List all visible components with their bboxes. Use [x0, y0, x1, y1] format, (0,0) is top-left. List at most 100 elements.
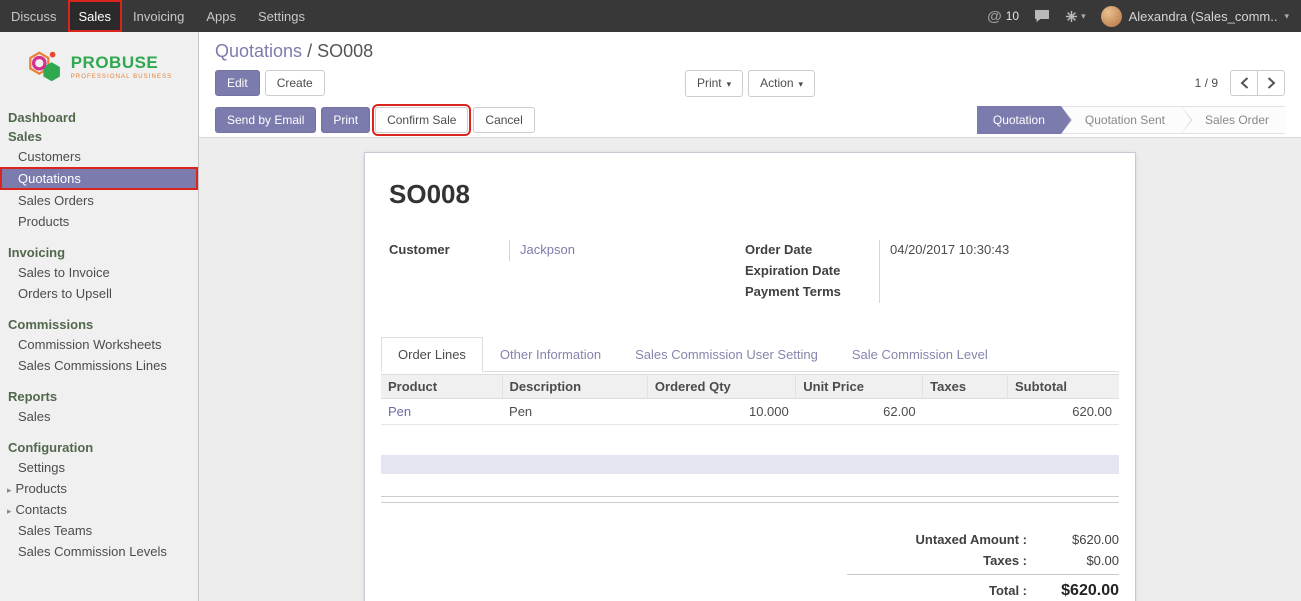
- breadcrumb-separator: /: [307, 41, 312, 61]
- menu-invoicing[interactable]: Invoicing: [122, 0, 195, 32]
- pager-next-button[interactable]: [1257, 70, 1285, 96]
- tab-sales-commission-user-setting[interactable]: Sales Commission User Setting: [618, 337, 835, 372]
- table-header-row: Product Description Ordered Qty Unit Pri…: [381, 375, 1119, 399]
- edit-button[interactable]: Edit: [215, 70, 260, 96]
- notebook-tabs: Order Lines Other Information Sales Comm…: [381, 337, 1119, 372]
- sidebar: PROBUSE PROFESSIONAL BUSINESS Dashboard …: [0, 32, 199, 601]
- caret-down-icon: ▾: [1081, 11, 1086, 22]
- sidebar-section-reports[interactable]: Reports: [0, 387, 198, 406]
- caret-down-icon: ▾: [727, 79, 732, 89]
- debug-icon: [1065, 10, 1078, 23]
- line-product[interactable]: Pen: [381, 399, 502, 425]
- sidebar-item-commission-worksheets[interactable]: Commission Worksheets: [0, 334, 198, 355]
- status-step-sales-order[interactable]: Sales Order: [1181, 106, 1285, 134]
- sidebar-item-config-settings[interactable]: Settings: [0, 457, 198, 478]
- app-logo[interactable]: PROBUSE PROFESSIONAL BUSINESS: [0, 32, 198, 102]
- tab-other-information[interactable]: Other Information: [483, 337, 618, 372]
- create-button[interactable]: Create: [265, 70, 325, 96]
- print-dropdown-button[interactable]: Print▾: [685, 70, 743, 97]
- main-content: Quotations / SO008 Edit Create Print▾ Ac…: [199, 32, 1301, 601]
- top-navbar: Discuss Sales Invoicing Apps Settings @ …: [0, 0, 1301, 32]
- tab-order-lines[interactable]: Order Lines: [381, 337, 483, 372]
- section-separator: [381, 496, 1119, 503]
- line-taxes: [923, 399, 1008, 425]
- status-step-quotation-sent[interactable]: Quotation Sent: [1061, 106, 1181, 134]
- print-button[interactable]: Print: [321, 107, 370, 133]
- mentions-counter[interactable]: @ 10: [987, 8, 1019, 25]
- expiration-date-label: Expiration Date: [745, 261, 879, 282]
- column-header-unit-price[interactable]: Unit Price: [796, 375, 923, 399]
- sidebar-item-sales-orders[interactable]: Sales Orders: [0, 190, 198, 211]
- confirm-sale-button[interactable]: Confirm Sale: [375, 107, 468, 133]
- sidebar-item-label: Products: [16, 481, 67, 496]
- sidebar-item-dashboard[interactable]: Dashboard: [0, 108, 198, 127]
- breadcrumb-quotations-link[interactable]: Quotations: [215, 41, 302, 61]
- column-header-ordered-qty[interactable]: Ordered Qty: [647, 375, 795, 399]
- sidebar-item-sales-teams[interactable]: Sales Teams: [0, 520, 198, 541]
- sidebar-item-sales-commissions-lines[interactable]: Sales Commissions Lines: [0, 355, 198, 376]
- send-by-email-button[interactable]: Send by Email: [215, 107, 316, 133]
- probuse-logo-icon: [26, 48, 64, 86]
- at-icon: @: [987, 8, 1002, 25]
- column-header-subtotal[interactable]: Subtotal: [1008, 375, 1119, 399]
- logo-title: PROBUSE: [71, 54, 173, 71]
- taxes-label: Taxes :: [847, 553, 1027, 568]
- menu-discuss[interactable]: Discuss: [0, 0, 68, 32]
- sidebar-item-config-products[interactable]: ▸Products: [0, 478, 198, 499]
- status-step-quotation[interactable]: Quotation: [977, 106, 1061, 134]
- control-panel-buttons-row: Edit Create Print▾ Action▾ 1 / 9: [215, 70, 1285, 96]
- customer-label: Customer: [389, 240, 509, 261]
- line-subtotal: 620.00: [1008, 399, 1119, 425]
- chat-icon[interactable]: [1034, 9, 1050, 23]
- customer-value-link[interactable]: Jackpson: [509, 240, 745, 261]
- sheet-area: SO008 Customer Jackpson Order Date 04/20…: [199, 138, 1301, 601]
- cancel-button[interactable]: Cancel: [473, 107, 534, 133]
- chevron-left-icon: [1240, 77, 1249, 89]
- sidebar-item-quotations[interactable]: Quotations: [0, 167, 198, 190]
- sidebar-item-orders-to-upsell[interactable]: Orders to Upsell: [0, 283, 198, 304]
- untaxed-amount-value: $620.00: [1027, 532, 1119, 547]
- user-name: Alexandra (Sales_comm..: [1129, 9, 1278, 24]
- empty-note-row: [381, 455, 1119, 474]
- line-unit-price: 62.00: [796, 399, 923, 425]
- line-ordered-qty: 10.000: [647, 399, 795, 425]
- sidebar-item-products[interactable]: Products: [0, 211, 198, 232]
- sidebar-section-commissions[interactable]: Commissions: [0, 315, 198, 334]
- sidebar-section-sales[interactable]: Sales: [0, 127, 198, 146]
- menu-sales[interactable]: Sales: [68, 0, 123, 32]
- column-header-description[interactable]: Description: [502, 375, 647, 399]
- control-panel: Quotations / SO008 Edit Create Print▾ Ac…: [199, 32, 1301, 138]
- total-label: Total :: [847, 583, 1027, 598]
- chevron-right-icon: [1267, 77, 1276, 89]
- pager-previous-button[interactable]: [1230, 70, 1258, 96]
- pager-buttons: [1230, 70, 1285, 96]
- sidebar-item-reports-sales[interactable]: Sales: [0, 406, 198, 427]
- menu-apps[interactable]: Apps: [195, 0, 247, 32]
- statusbar: Quotation Quotation Sent Sales Order: [977, 106, 1285, 134]
- sidebar-section-configuration[interactable]: Configuration: [0, 438, 198, 457]
- menu-settings[interactable]: Settings: [247, 0, 316, 32]
- column-header-taxes[interactable]: Taxes: [923, 375, 1008, 399]
- topbar-right: @ 10 ▾ Alexandra (Sales_comm.. ▾: [987, 0, 1301, 32]
- chat-bubble-icon: [1034, 9, 1050, 23]
- order-date-value: 04/20/2017 10:30:43: [879, 240, 1111, 261]
- sidebar-item-config-contacts[interactable]: ▸Contacts: [0, 499, 198, 520]
- user-menu[interactable]: Alexandra (Sales_comm.. ▾: [1101, 6, 1289, 27]
- sidebar-nav: Dashboard Sales Customers Quotations Sal…: [0, 108, 198, 562]
- action-dropdown-button[interactable]: Action▾: [748, 70, 815, 97]
- avatar: [1101, 6, 1122, 27]
- payment-terms-label: Payment Terms: [745, 282, 879, 303]
- debug-menu[interactable]: ▾: [1065, 10, 1086, 23]
- column-header-product[interactable]: Product: [381, 375, 502, 399]
- caret-down-icon: ▾: [799, 79, 804, 89]
- app-menus: Discuss Sales Invoicing Apps Settings: [0, 0, 316, 32]
- order-line-row[interactable]: Pen Pen 10.000 62.00 620.00: [381, 399, 1119, 425]
- line-description: Pen: [502, 399, 647, 425]
- taxes-value: $0.00: [1027, 553, 1119, 568]
- sidebar-item-sales-to-invoice[interactable]: Sales to Invoice: [0, 262, 198, 283]
- sidebar-section-invoicing[interactable]: Invoicing: [0, 243, 198, 262]
- sidebar-item-customers[interactable]: Customers: [0, 146, 198, 167]
- caret-down-icon: ▾: [1284, 11, 1289, 22]
- tab-sale-commission-level[interactable]: Sale Commission Level: [835, 337, 1005, 372]
- sidebar-item-sales-commission-levels[interactable]: Sales Commission Levels: [0, 541, 198, 562]
